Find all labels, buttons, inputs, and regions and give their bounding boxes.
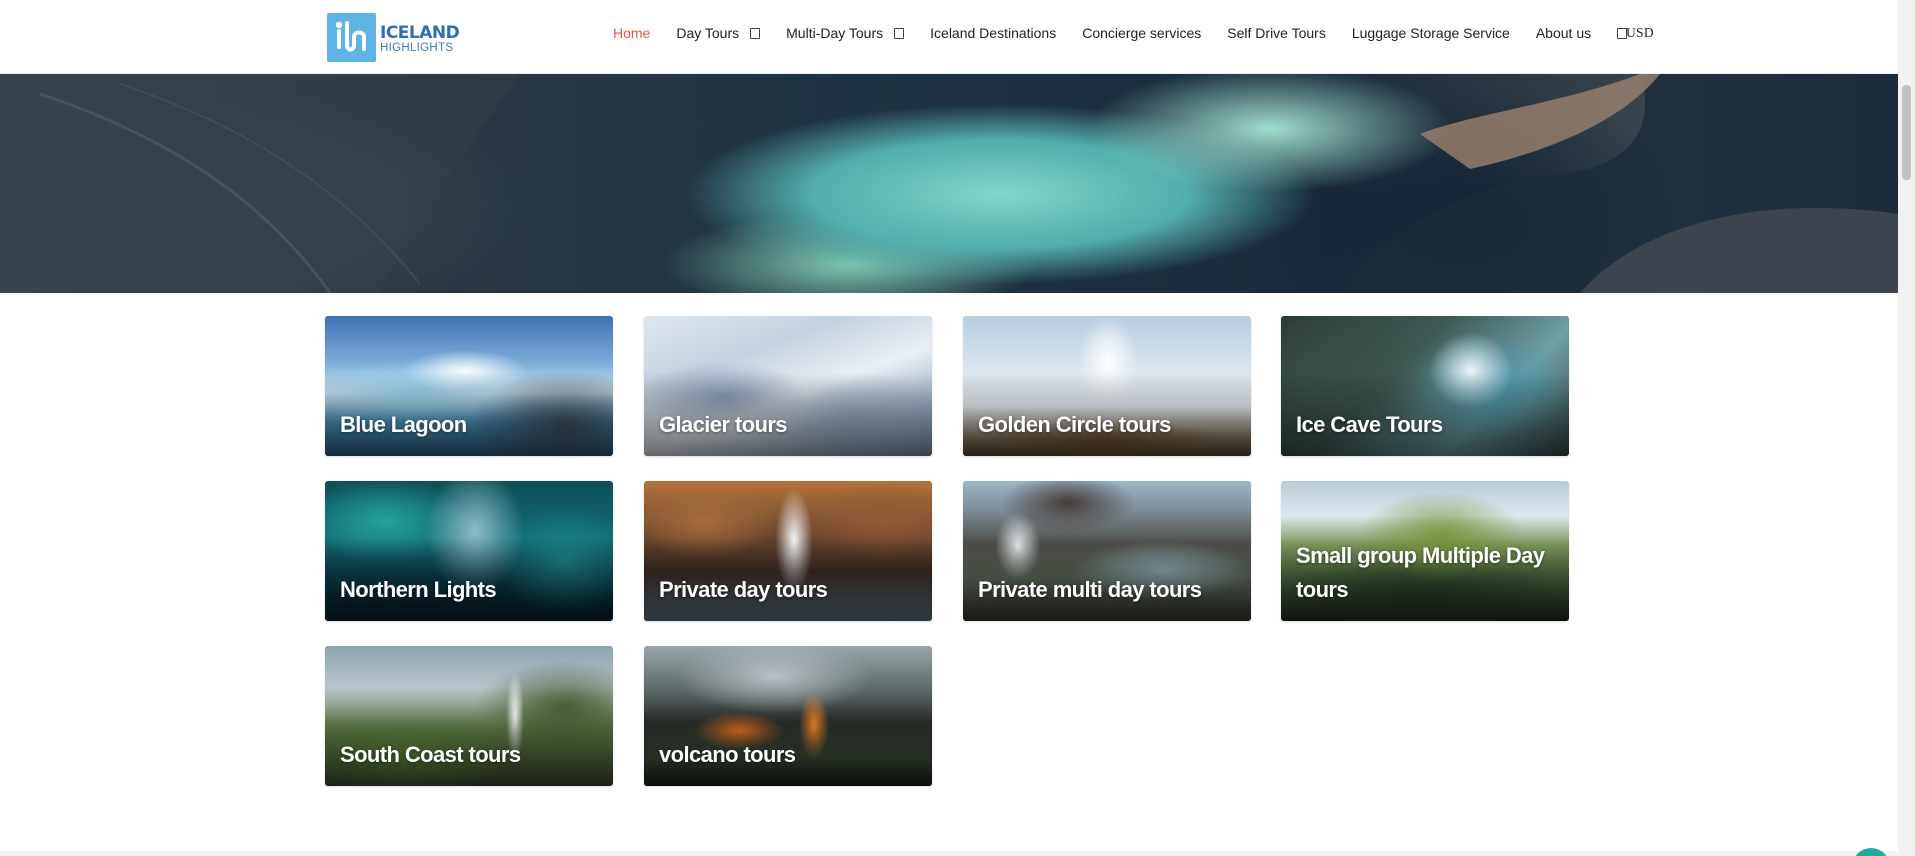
hero-banner bbox=[0, 74, 1898, 293]
nav-item-day-tours[interactable]: Day Tours bbox=[676, 25, 761, 41]
category-label: Small group Multiple Day tours bbox=[1296, 543, 1545, 602]
nav-item-home[interactable]: Home bbox=[613, 25, 650, 41]
dropdown-icon[interactable] bbox=[894, 27, 905, 39]
currency-selector[interactable]: USD bbox=[1626, 25, 1654, 41]
hero-landscape-image bbox=[0, 74, 1898, 293]
nav-item-about-us[interactable]: About us bbox=[1536, 25, 1591, 41]
nav-item-label: Concierge services bbox=[1082, 25, 1202, 41]
category-tile-south-coast[interactable]: South Coast tours bbox=[325, 646, 613, 786]
nav-item-self-drive-tours[interactable]: Self Drive Tours bbox=[1227, 25, 1326, 41]
logo-line-1: ICELAND bbox=[380, 23, 460, 44]
category-tile-ice-cave[interactable]: Ice Cave Tours bbox=[1281, 316, 1569, 456]
nav-item-label: Luggage Storage Service bbox=[1351, 25, 1510, 41]
tour-category-grid: Blue Lagoon Glacier tours Golden Circle … bbox=[325, 316, 1570, 786]
page-divider bbox=[0, 851, 1898, 856]
page-scrollbar[interactable] bbox=[1898, 0, 1915, 856]
category-label: Private day tours bbox=[659, 577, 828, 602]
nav-item-label: Day Tours bbox=[676, 25, 740, 41]
site-header: ICELAND HIGHLIGHTS Home Day Tours Multi-… bbox=[0, 0, 1898, 74]
category-label: Northern Lights bbox=[340, 577, 497, 602]
category-label: Ice Cave Tours bbox=[1296, 412, 1443, 437]
category-tile-blue-lagoon[interactable]: Blue Lagoon bbox=[325, 316, 613, 456]
category-label: volcano tours bbox=[659, 742, 796, 767]
category-label: Private multi day tours bbox=[978, 577, 1202, 602]
nav-item-label: Iceland Destinations bbox=[930, 25, 1057, 41]
category-label: Glacier tours bbox=[659, 412, 788, 437]
main-nav: Home Day Tours Multi-Day Tours Iceland D… bbox=[613, 25, 1628, 41]
nav-item-label: Self Drive Tours bbox=[1227, 25, 1326, 41]
nav-item-multi-day-tours[interactable]: Multi-Day Tours bbox=[786, 25, 905, 41]
category-tile-small-group-multi-day[interactable]: Small group Multiple Day tours bbox=[1281, 481, 1569, 621]
site-logo[interactable]: ICELAND HIGHLIGHTS bbox=[327, 12, 460, 62]
category-tile-private-day[interactable]: Private day tours bbox=[644, 481, 932, 621]
logo-line-2: HIGHLIGHTS bbox=[380, 42, 454, 55]
logo-text: ICELAND HIGHLIGHTS bbox=[380, 19, 460, 55]
scrollbar-thumb[interactable] bbox=[1902, 85, 1911, 180]
logo-mark-icon bbox=[327, 12, 376, 62]
category-label: Blue Lagoon bbox=[340, 412, 467, 437]
category-tile-golden-circle[interactable]: Golden Circle tours bbox=[963, 316, 1251, 456]
nav-item-iceland-destinations[interactable]: Iceland Destinations bbox=[930, 25, 1056, 41]
nav-item-concierge-services[interactable]: Concierge services bbox=[1082, 25, 1201, 41]
category-label: Golden Circle tours bbox=[978, 412, 1171, 437]
category-tile-private-multi-day[interactable]: Private multi day tours bbox=[963, 481, 1251, 621]
category-label: South Coast tours bbox=[340, 742, 521, 767]
category-tile-glacier-tours[interactable]: Glacier tours bbox=[644, 316, 932, 456]
category-tile-northern-lights[interactable]: Northern Lights bbox=[325, 481, 613, 621]
nav-item-label: About us bbox=[1535, 25, 1592, 41]
nav-item-luggage-storage[interactable]: Luggage Storage Service bbox=[1352, 25, 1510, 41]
nav-item-label: Multi-Day Tours bbox=[786, 25, 884, 41]
category-tile-volcano[interactable]: volcano tours bbox=[644, 646, 932, 786]
nav-item-label: Home bbox=[613, 25, 651, 41]
dropdown-icon[interactable] bbox=[750, 27, 761, 39]
